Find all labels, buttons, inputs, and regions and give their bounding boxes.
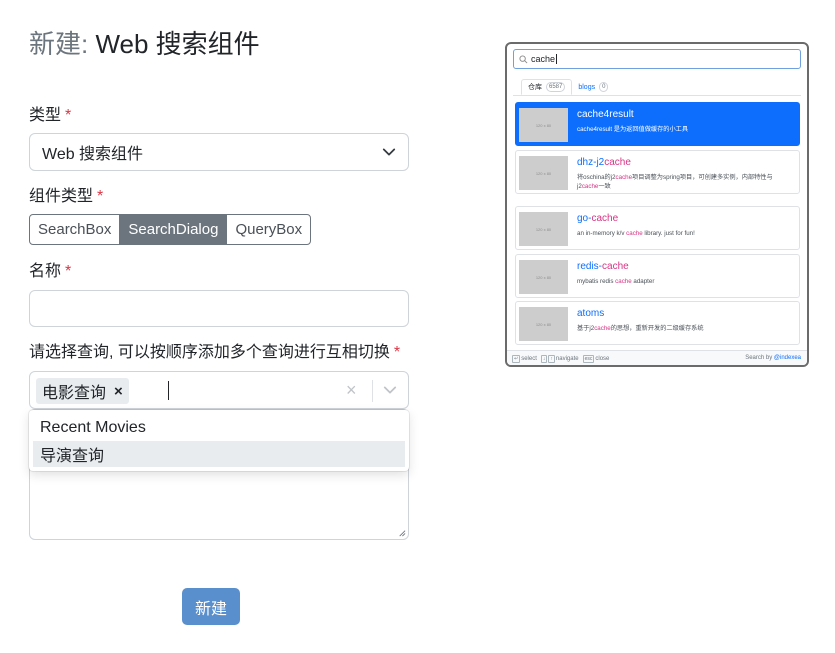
required-mark: * (393, 344, 401, 361)
result-title: atoms (577, 308, 605, 319)
page-title-prefix: 新建: (29, 29, 89, 59)
result-desc: 将oschina的j2cache项目调整为spring项目，可创建多实例，内部特… (577, 174, 773, 190)
resize-handle-icon[interactable] (397, 528, 406, 537)
preview-tabs: 仓库 6587 blogs 0 (521, 79, 614, 95)
required-mark: * (97, 188, 104, 205)
chevron-down-icon (382, 148, 396, 156)
required-mark: * (65, 263, 72, 280)
enter-key-icon: ↵ (512, 355, 521, 363)
segment-searchdialog[interactable]: SearchDialog (119, 214, 228, 245)
preview-footer: ↵ select ↓ ↑ navigate esc close Search by @i… (507, 350, 807, 365)
preview-result-item[interactable]: 120 x 80 atoms 基于j2cache的思想，重新开发的二级缓存系统 (515, 301, 800, 345)
arrow-up-key-icon: ↑ (548, 355, 555, 363)
required-mark: * (65, 107, 72, 124)
count-badge: 0 (599, 82, 609, 92)
preview-result-item[interactable]: 120 x 80 dhz-j2cache 将oschina的j2cache项目调… (515, 150, 800, 194)
keyboard-hints: ↵ select ↓ ↑ navigate esc close (512, 355, 610, 363)
type-select-value: Web 搜索组件 (42, 146, 144, 163)
result-title: cache4result (577, 109, 634, 120)
result-desc: an in-memory k/v cache library. just for… (577, 230, 695, 237)
segment-searchbox[interactable]: SearchBox (29, 214, 121, 245)
preview-search-input[interactable]: cache (513, 49, 801, 69)
type-label: 类型 * (29, 107, 72, 124)
query-option-highlighted[interactable]: 导演查询 (33, 441, 405, 467)
result-title: go-cache (577, 213, 619, 224)
chevron-down-icon[interactable] (383, 383, 397, 397)
query-chip-label: 电影查询 (42, 385, 107, 402)
esc-key-icon: esc (582, 355, 595, 363)
result-desc: 基于j2cache的思想，重新开发的二级缓存系统 (577, 325, 704, 332)
arrow-down-key-icon: ↓ (540, 355, 548, 363)
thumbnail-placeholder: 120 x 80 (519, 156, 568, 190)
component-type-group: SearchBox SearchDialog QueryBox (29, 214, 312, 245)
result-desc: cache4result 是为返回值做缓存的小工具 (577, 126, 689, 133)
segment-querybox[interactable]: QueryBox (226, 214, 312, 245)
result-title: redis-cache (577, 261, 629, 272)
chip-remove-icon[interactable]: × (114, 383, 123, 400)
component-type-label: 组件类型 * (29, 188, 104, 205)
name-label: 名称 * (29, 263, 72, 280)
preview-search-value: cache (531, 54, 556, 64)
text-cursor (556, 54, 558, 64)
preview-result-item[interactable]: 120 x 80 redis-cache mybatis redis cache… (515, 254, 800, 298)
tab-divider (513, 95, 801, 96)
query-label: 请选择查询, 可以按顺序添加多个查询进行互相切换 * (29, 344, 401, 361)
query-multiselect[interactable]: 电影查询 × × (29, 371, 409, 409)
preview-tab-repos[interactable]: 仓库 6587 (521, 79, 573, 95)
clear-icon[interactable]: × (346, 380, 357, 401)
count-badge: 6587 (546, 82, 566, 92)
page-title-name: Web 搜索组件 (95, 29, 260, 59)
thumbnail-placeholder: 120 x 80 (519, 108, 568, 142)
thumbnail-placeholder: 120 x 80 (519, 212, 568, 246)
query-chip: 电影查询 × (36, 378, 129, 404)
preview-result-item[interactable]: 120 x 80 go-cache an in-memory k/v cache… (515, 206, 800, 250)
page-title: 新建: Web 搜索组件 (29, 28, 260, 60)
thumbnail-placeholder: 120 x 80 (519, 260, 568, 294)
preview-result-item[interactable]: 120 x 80 cache4result cache4result 是为返回值… (515, 102, 800, 146)
search-icon (519, 54, 528, 63)
thumbnail-placeholder: 120 x 80 (519, 307, 568, 341)
brand-credit: Search by @indexea (745, 355, 801, 361)
create-button[interactable]: 新建 (182, 588, 240, 625)
query-option[interactable]: Recent Movies (33, 415, 405, 441)
result-title: dhz-j2cache (577, 157, 631, 168)
brand-link[interactable]: @indexea (774, 355, 801, 361)
result-desc: mybatis redis cache adapter (577, 278, 655, 285)
type-select[interactable]: Web 搜索组件 (29, 133, 409, 171)
query-dropdown-menu: Recent Movies 导演查询 (29, 410, 409, 471)
name-input[interactable] (29, 290, 409, 327)
search-dialog-preview: cache 仓库 6587 blogs 0 120 x 80 cache4res… (505, 42, 809, 367)
preview-tab-blogs[interactable]: blogs 0 (572, 79, 614, 95)
text-cursor (168, 381, 169, 400)
indicator-separator (372, 380, 373, 402)
